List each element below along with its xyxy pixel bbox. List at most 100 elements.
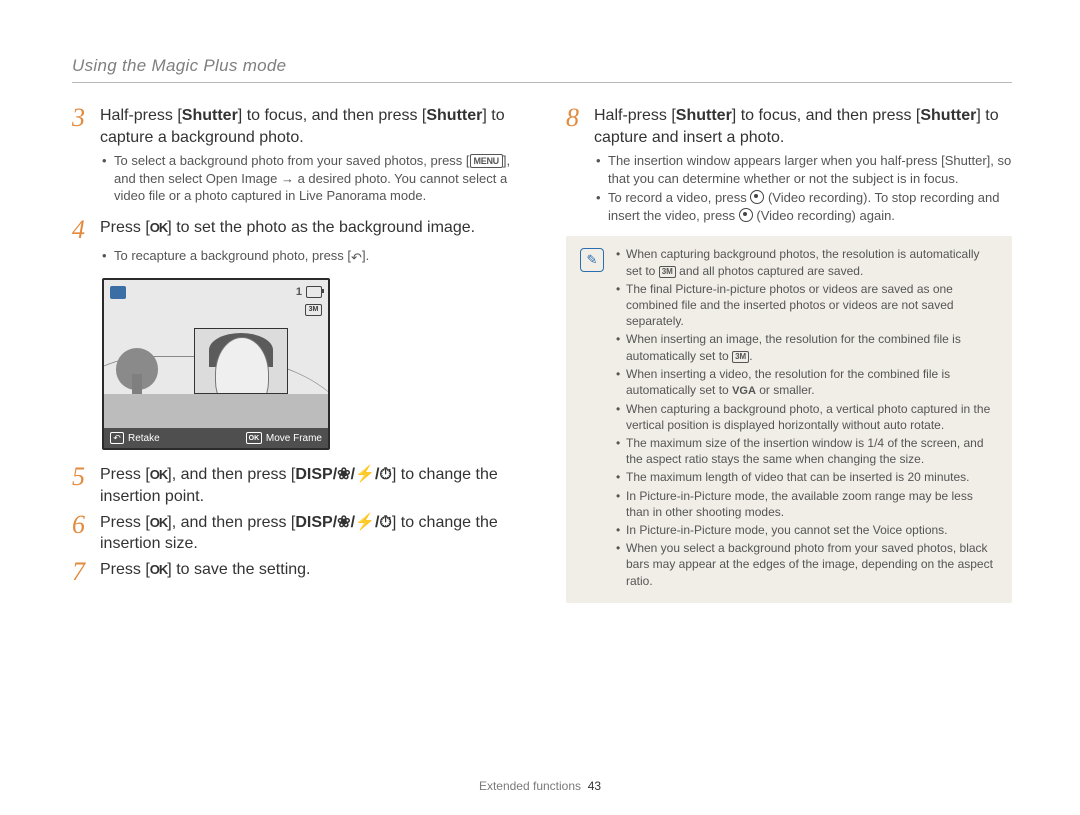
record-icon: [739, 208, 753, 222]
battery-icon: [306, 286, 322, 298]
resolution-3m-icon: 3M: [732, 351, 749, 364]
note-icon: ✎: [580, 248, 604, 272]
list-item: When you select a background photo from …: [616, 540, 998, 589]
disp-combo: DISP/❀/⚡/⏱: [295, 514, 392, 531]
step-number: 5: [72, 464, 90, 507]
text: ] to set the photo as the background ima…: [167, 219, 475, 236]
step-number: 6: [72, 512, 90, 555]
text: Move Frame: [266, 433, 322, 444]
page: Using the Magic Plus mode 3 Half-press […: [0, 0, 1080, 815]
text: Press [: [100, 561, 150, 578]
step-body: Press [OK] to set the photo as the backg…: [100, 217, 518, 243]
list-item: In Picture-in-Picture mode, you cannot s…: [616, 522, 998, 538]
step-7: 7 Press [OK] to save the setting.: [72, 559, 518, 585]
step-body: Press [OK] to save the setting.: [100, 559, 518, 585]
ok-icon: OK: [150, 562, 168, 577]
list-item: The final Picture-in-picture photos or v…: [616, 281, 998, 330]
pip-frame: [194, 328, 288, 394]
step-number: 3: [72, 105, 90, 148]
right-column: 8 Half-press [Shutter] to focus, and the…: [566, 105, 1012, 603]
counter: 1: [296, 286, 302, 298]
record-icon: [750, 190, 764, 204]
text: When inserting an image, the resolution …: [626, 332, 961, 362]
text: To record a video, press: [608, 190, 750, 205]
text: ].: [362, 248, 369, 263]
list-item: When inserting an image, the resolution …: [616, 331, 998, 363]
text: .: [749, 349, 752, 363]
step-body: Half-press [Shutter] to focus, and then …: [100, 105, 518, 148]
move-frame-label: OK Move Frame: [246, 432, 328, 444]
step-number: 4: [72, 217, 90, 243]
vga-label: VGA: [732, 385, 756, 397]
note-list: When capturing background photos, the re…: [616, 246, 998, 590]
retake-label: ↶ Retake: [104, 432, 246, 444]
text: To select a background photo from your s…: [114, 153, 470, 168]
shutter-label: Shutter: [426, 107, 482, 124]
page-number: 43: [588, 779, 601, 793]
list-item: The maximum length of video that can be …: [616, 469, 998, 485]
step-8: 8 Half-press [Shutter] to focus, and the…: [566, 105, 1012, 148]
text: ], and then press [: [167, 466, 295, 483]
text: ], and then press [: [167, 514, 295, 531]
step-4: 4 Press [OK] to set the photo as the bac…: [72, 217, 518, 243]
section-title: Using the Magic Plus mode: [72, 56, 1012, 76]
disp-combo: DISP/❀/⚡/⏱: [295, 466, 392, 483]
text: ] to focus, and then press [: [732, 107, 921, 124]
text: or smaller.: [756, 383, 815, 397]
step-4-sub: To recapture a background photo, press […: [102, 247, 518, 267]
section-rule: [72, 82, 1012, 83]
shutter-label: Shutter: [676, 107, 732, 124]
back-icon: ↶: [351, 249, 362, 267]
text: Retake: [128, 433, 160, 444]
list-item: The maximum size of the insertion window…: [616, 435, 998, 467]
step-3-sub: To select a background photo from your s…: [102, 152, 518, 205]
list-item: When capturing background photos, the re…: [616, 246, 998, 278]
text: (Video recording) again.: [753, 208, 895, 223]
list-item: When inserting a video, the resolution f…: [616, 366, 998, 399]
step-6: 6 Press [OK], and then press [DISP/❀/⚡/⏱…: [72, 512, 518, 555]
page-footer: Extended functions 43: [0, 779, 1080, 793]
text: Half-press [: [594, 107, 676, 124]
footer-section: Extended functions: [479, 779, 581, 793]
text: Half-press [: [100, 107, 182, 124]
shutter-label: Shutter: [920, 107, 976, 124]
text: ] to focus, and then press [: [238, 107, 427, 124]
resolution-icon: 3M: [305, 304, 322, 316]
step-5: 5 Press [OK], and then press [DISP/❀/⚡/⏱…: [72, 464, 518, 507]
ok-icon: OK: [150, 467, 168, 482]
figure-bottom-bar: ↶ Retake OK Move Frame: [104, 428, 328, 448]
text: Press [: [100, 219, 150, 236]
step-number: 7: [72, 559, 90, 585]
ground: [104, 394, 328, 428]
text: and all photos captured are saved.: [676, 264, 863, 278]
step-body: Press [OK], and then press [DISP/❀/⚡/⏱] …: [100, 512, 518, 555]
list-item: When capturing a background photo, a ver…: [616, 401, 998, 433]
open-image-label: Open Image: [206, 171, 278, 186]
list-item: To record a video, press (Video recordin…: [596, 189, 1012, 224]
text: Press [: [100, 514, 150, 531]
menu-icon: MENU: [470, 154, 503, 168]
text: To recapture a background photo, press [: [114, 248, 351, 263]
resolution-3m-icon: 3M: [659, 266, 676, 279]
mode-icon: [110, 286, 126, 299]
list-item: To select a background photo from your s…: [102, 152, 518, 205]
left-column: 3 Half-press [Shutter] to focus, and the…: [72, 105, 518, 603]
shutter-label: Shutter: [945, 153, 987, 168]
step-8-sub: The insertion window appears larger when…: [596, 152, 1012, 224]
ok-icon: OK: [150, 515, 168, 530]
ok-icon: OK: [150, 220, 168, 235]
shutter-label: Shutter: [182, 107, 238, 124]
list-item: In Picture-in-Picture mode, the availabl…: [616, 488, 998, 520]
text: ] to save the setting.: [167, 561, 310, 578]
step-number: 8: [566, 105, 584, 148]
step-body: Press [OK], and then press [DISP/❀/⚡/⏱] …: [100, 464, 518, 507]
note-box: ✎ When capturing background photos, the …: [566, 236, 1012, 602]
step-body: Half-press [Shutter] to focus, and then …: [594, 105, 1012, 148]
text: Press [: [100, 466, 150, 483]
text: The insertion window appears larger when…: [608, 153, 945, 168]
back-arrow-icon: ↶: [110, 432, 124, 444]
step-3: 3 Half-press [Shutter] to focus, and the…: [72, 105, 518, 148]
content-columns: 3 Half-press [Shutter] to focus, and the…: [72, 105, 1012, 603]
list-item: The insertion window appears larger when…: [596, 152, 1012, 187]
ok-small-icon: OK: [246, 432, 262, 444]
